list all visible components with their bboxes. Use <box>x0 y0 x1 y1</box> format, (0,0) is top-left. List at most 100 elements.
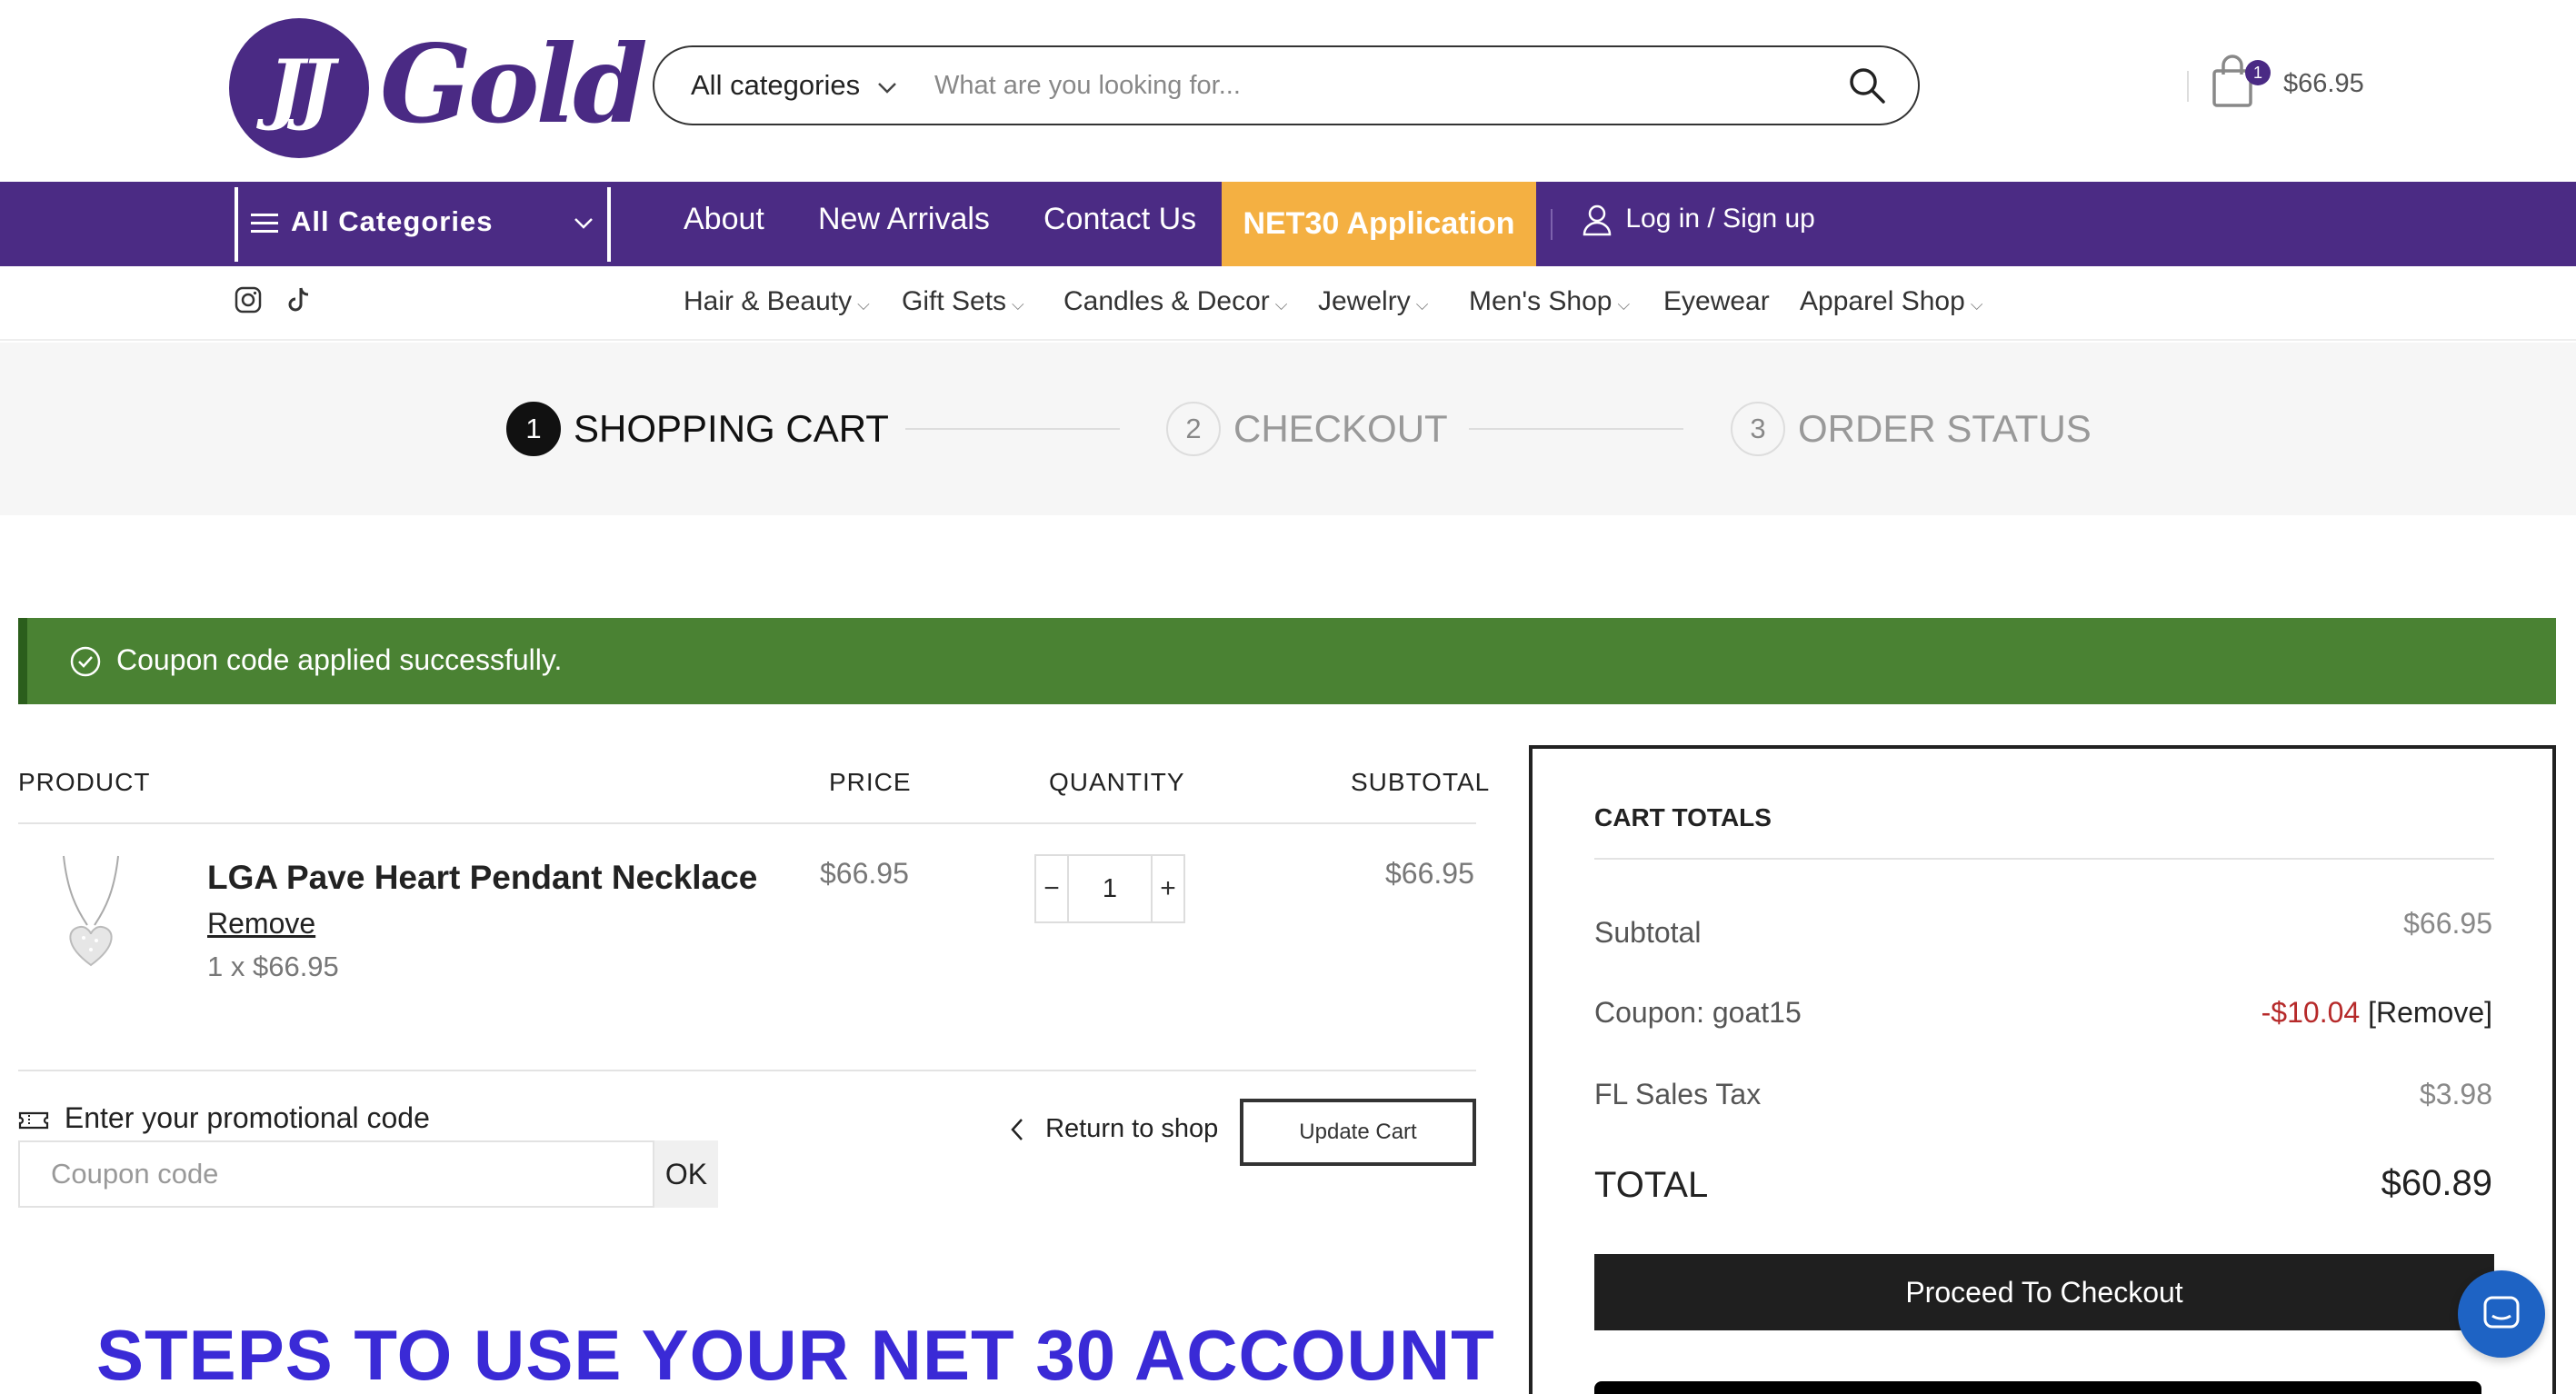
site-logo[interactable]: JJ Gold <box>229 16 648 162</box>
search-category-label: All categories <box>691 69 861 101</box>
net30-application-link[interactable]: NET30 Application <box>1222 182 1536 266</box>
check-circle-icon <box>70 646 101 677</box>
secondary-checkout-button[interactable] <box>1594 1381 2481 1394</box>
subnav-item-jewelry[interactable]: Jewelry ⌵ <box>1318 286 1428 317</box>
subtotal-value: $66.95 <box>2403 907 2492 940</box>
product-qty-note: 1 x $66.95 <box>207 951 339 982</box>
product-name[interactable]: LGA Pave Heart Pendant Necklace <box>207 859 757 897</box>
subnav-item-label: Men's Shop <box>1469 286 1612 316</box>
quantity-stepper: − 1 + <box>1034 854 1185 923</box>
instagram-icon[interactable] <box>233 284 264 315</box>
total-label: TOTAL <box>1594 1165 1709 1205</box>
nav-divider <box>1551 209 1553 240</box>
tiktok-icon[interactable] <box>284 284 315 315</box>
step-label: ORDER STATUS <box>1798 407 2092 450</box>
total-value: $60.89 <box>2381 1163 2492 1203</box>
subnav-item-label: Hair & Beauty <box>684 286 853 316</box>
step-connector <box>1469 428 1683 430</box>
cart-count-badge: 1 <box>2245 60 2271 85</box>
cart-totals-title: CART TOTALS <box>1594 803 1772 831</box>
decrease-quantity-button[interactable]: − <box>1036 856 1069 921</box>
column-header-price: PRICE <box>829 768 912 796</box>
return-to-shop-label: Return to shop <box>1045 1114 1219 1143</box>
quantity-value[interactable]: 1 <box>1071 856 1149 921</box>
column-header-subtotal: SUBTOTAL <box>1351 768 1491 796</box>
update-cart-button[interactable]: Update Cart <box>1240 1099 1476 1166</box>
subnav-item-label: Candles & Decor <box>1063 286 1270 316</box>
coupon-label: Coupon: goat15 <box>1594 996 1802 1029</box>
tax-label: FL Sales Tax <box>1594 1078 1762 1110</box>
subnav-item-label: Gift Sets <box>902 286 1007 316</box>
caret-down-icon: ⌵ <box>1970 295 1983 314</box>
caret-down-icon: ⌵ <box>1617 295 1631 314</box>
subnav-item-label: Jewelry <box>1318 286 1411 316</box>
login-link[interactable]: Log in / Sign up <box>1582 204 1815 236</box>
promo-code-text: Enter your promotional code <box>64 1101 430 1134</box>
product-subtotal: $66.95 <box>1385 857 1474 890</box>
nav-link-contact-us[interactable]: Contact Us <box>1043 202 1196 237</box>
shopping-bag-icon[interactable] <box>2211 55 2254 109</box>
tax-value: $3.98 <box>2419 1078 2492 1110</box>
search-input[interactable] <box>934 60 1752 111</box>
search-category-select[interactable]: All categories <box>691 47 897 124</box>
caret-down-icon: ⌵ <box>1415 295 1429 314</box>
search-icon[interactable] <box>1847 65 1887 105</box>
increase-quantity-button[interactable]: + <box>1151 856 1183 921</box>
menu-icon <box>251 214 278 233</box>
subnav-item-gift-sets[interactable]: Gift Sets ⌵ <box>902 286 1024 317</box>
notice-text: Coupon code applied successfully. <box>116 643 563 676</box>
caret-down-icon: ⌵ <box>1274 295 1288 314</box>
step-connector <box>905 428 1120 430</box>
cart-total-amount[interactable]: $66.95 <box>2283 69 2364 99</box>
subnav-item-apparel-shop[interactable]: Apparel Shop ⌵ <box>1800 286 1982 317</box>
checkout-steps: 1 SHOPPING CART 2 CHECKOUT 3 ORDER STATU… <box>0 343 2576 515</box>
subnav-item-label: Apparel Shop <box>1800 286 1965 316</box>
subnav-item-candles-decor[interactable]: Candles & Decor ⌵ <box>1063 286 1287 317</box>
subnav-item-label: Eyewear <box>1663 286 1770 316</box>
logo-mark: JJ <box>229 18 369 158</box>
promo-code-label: Enter your promotional code <box>18 1101 430 1135</box>
user-icon <box>1583 204 1612 236</box>
success-notice: Coupon code applied successfully. <box>18 618 2556 704</box>
step-number: 3 <box>1731 402 1785 456</box>
totals-divider <box>1594 858 2494 860</box>
search-bar: All categories <box>653 45 1920 125</box>
chevron-down-icon <box>877 83 896 94</box>
coupon-code-input[interactable] <box>18 1140 654 1208</box>
table-divider <box>18 822 1476 824</box>
main-nav: All Categories About New Arrivals Contac… <box>0 182 2576 266</box>
coupon-discount: -$10.04 <box>2261 996 2361 1029</box>
table-divider <box>18 1070 1476 1071</box>
header-divider <box>2187 71 2189 102</box>
subnav-item-eyewear[interactable]: Eyewear <box>1663 286 1770 317</box>
caret-down-icon: ⌵ <box>1012 295 1024 314</box>
all-categories-dropdown[interactable]: All Categories <box>235 187 611 262</box>
chat-widget-button[interactable] <box>2458 1270 2545 1358</box>
chat-icon <box>2483 1296 2520 1329</box>
remove-item-link[interactable]: Remove <box>207 907 315 941</box>
step-number: 2 <box>1166 402 1221 456</box>
ticket-icon <box>18 1111 49 1129</box>
subtotal-label: Subtotal <box>1594 916 1702 949</box>
column-header-quantity: QUANTITY <box>1049 768 1185 796</box>
site-header: JJ Gold All categories 1 $66.95 <box>0 0 2576 182</box>
proceed-to-checkout-button[interactable]: Proceed To Checkout <box>1594 1254 2494 1330</box>
caret-down-icon: ⌵ <box>857 295 870 314</box>
step-number: 1 <box>506 402 561 456</box>
net30-steps-banner: STEPS TO USE YOUR NET 30 ACCOUNT <box>96 1315 1495 1394</box>
step-label: CHECKOUT <box>1233 407 1448 450</box>
nav-link-about[interactable]: About <box>684 202 764 237</box>
subnav-item-mens-shop[interactable]: Men's Shop ⌵ <box>1469 286 1630 317</box>
product-price: $66.95 <box>820 857 909 890</box>
column-header-product: PRODUCT <box>18 768 151 796</box>
apply-coupon-button[interactable]: OK <box>654 1140 718 1208</box>
step-label: SHOPPING CART <box>574 407 889 450</box>
subnav-item-hair-beauty[interactable]: Hair & Beauty ⌵ <box>684 286 870 317</box>
nav-link-new-arrivals[interactable]: New Arrivals <box>818 202 990 237</box>
coupon-row: -$10.04 [Remove] <box>2261 996 2492 1030</box>
product-thumbnail[interactable] <box>45 854 136 972</box>
return-to-shop-link[interactable]: Return to shop <box>1009 1114 1218 1144</box>
remove-coupon-link[interactable]: [Remove] <box>2368 996 2492 1029</box>
logo-text: Gold <box>380 21 648 147</box>
chevron-down-icon <box>574 218 593 229</box>
